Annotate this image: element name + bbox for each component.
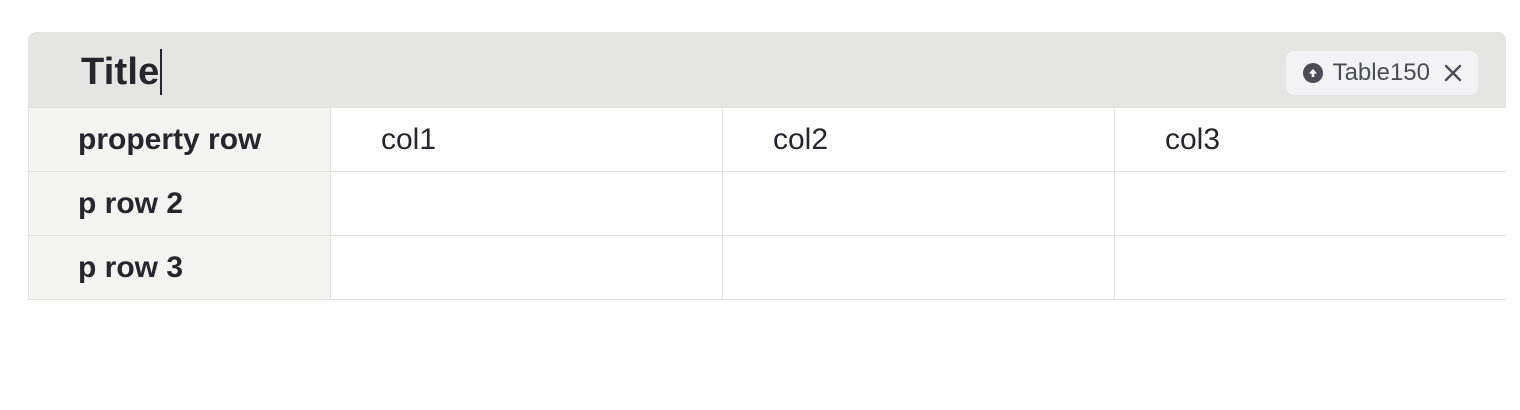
table-cell[interactable]: [330, 171, 723, 236]
table-block: Title Table150 property row col1 col2 co…: [28, 32, 1506, 300]
title-text[interactable]: Title: [81, 51, 159, 93]
table-header: Title Table150: [28, 32, 1506, 107]
table-title[interactable]: Title: [81, 48, 163, 97]
table-cell[interactable]: col1: [330, 107, 723, 172]
table-cell[interactable]: [1114, 171, 1506, 236]
tag-label: Table150: [1332, 59, 1430, 86]
table-cell[interactable]: col3: [1114, 107, 1506, 172]
arrow-up-circle-icon[interactable]: [1302, 63, 1323, 83]
property-cell[interactable]: p row 3: [28, 235, 331, 300]
table-cell[interactable]: [722, 235, 1115, 300]
property-cell[interactable]: p row 2: [28, 171, 331, 236]
table-row: p row 3: [28, 235, 1506, 300]
close-icon[interactable]: [1442, 62, 1464, 84]
text-cursor: [160, 48, 163, 95]
table-row: p row 2: [28, 171, 1506, 236]
property-table: property row col1 col2 col3 p row 2 p ro…: [28, 107, 1506, 300]
table-cell[interactable]: col2: [722, 107, 1115, 172]
table-cell[interactable]: [330, 235, 723, 300]
table-cell[interactable]: [1114, 235, 1506, 300]
table-row: property row col1 col2 col3: [28, 107, 1506, 172]
property-cell[interactable]: property row: [28, 107, 331, 172]
table-cell[interactable]: [722, 171, 1115, 236]
table-tag[interactable]: Table150: [1285, 51, 1478, 95]
